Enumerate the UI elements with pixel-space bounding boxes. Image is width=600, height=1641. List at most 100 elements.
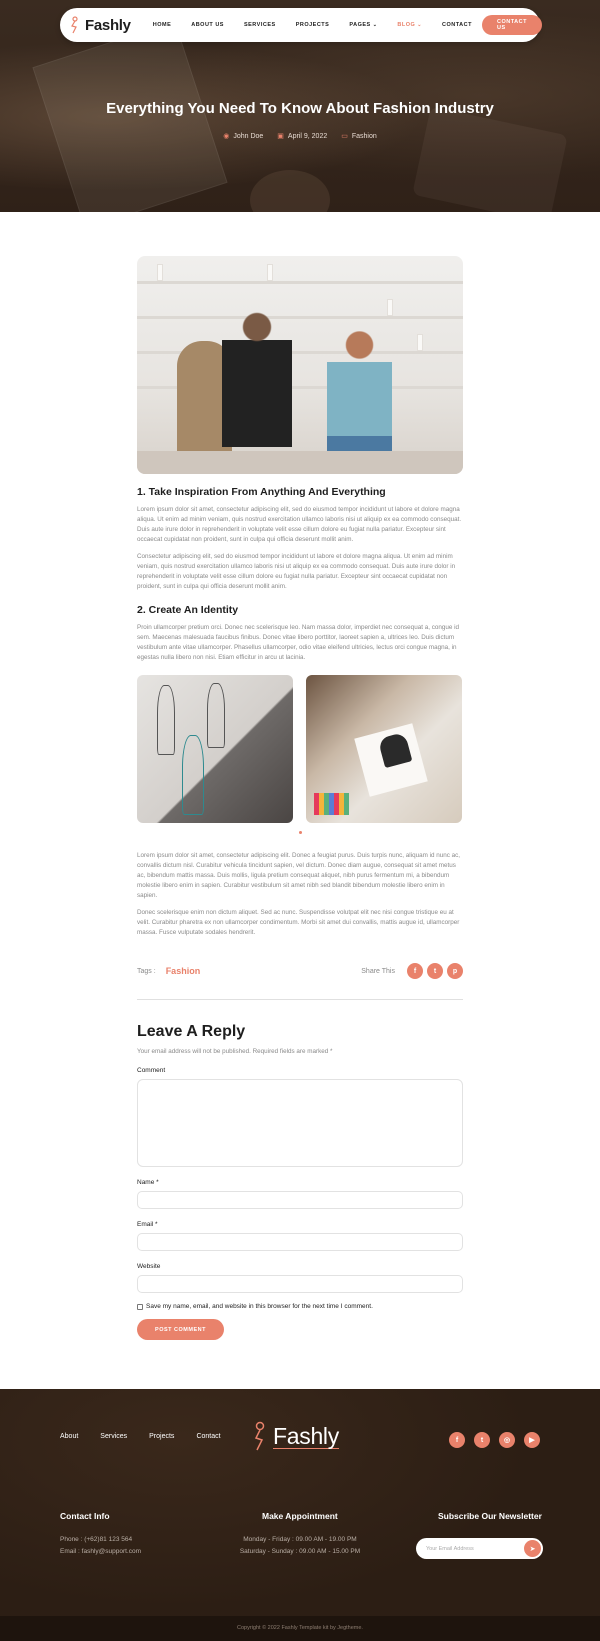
save-info-label: Save my name, email, and website in this… — [146, 1303, 373, 1310]
paragraph-5: Donec scelerisque enim non dictum alique… — [137, 909, 460, 936]
site-logo[interactable]: Fashly — [70, 16, 131, 34]
image-shelf — [137, 316, 463, 319]
name-input[interactable] — [137, 1191, 463, 1209]
logo-icon — [71, 16, 78, 34]
gallery-image-designers[interactable] — [306, 675, 462, 823]
save-info-checkbox[interactable] — [137, 1303, 143, 1310]
newsletter-email-input[interactable]: Your Email Address — [426, 1546, 474, 1552]
contact-us-button[interactable]: CONTACT US — [481, 15, 542, 35]
nav-projects-label: PROJECTS — [295, 22, 330, 28]
tags-share-row: Tags : Fashion Share This f t p — [137, 961, 463, 981]
footer-link-contact[interactable]: Contact — [196, 1433, 220, 1440]
nav-services[interactable]: SERVICES — [234, 22, 286, 28]
name-label: Name * — [137, 1179, 159, 1186]
calendar-icon: ▣ — [277, 133, 284, 140]
share-pinterest-button[interactable]: p — [447, 963, 463, 979]
facebook-icon: f — [413, 967, 417, 975]
site-footer: About Services Projects Contact Fashly f… — [0, 1389, 600, 1641]
newsletter-title: Subscribe Our Newsletter — [438, 1511, 542, 1521]
share-facebook-button[interactable]: f — [407, 963, 423, 979]
sketch-figure — [157, 685, 175, 755]
post-date[interactable]: ▣ April 9, 2022 — [277, 132, 328, 141]
post-category[interactable]: ▭ Fashion — [341, 132, 377, 141]
main-navbar: Fashly HOME ABOUT US SERVICES PROJECTS P… — [60, 8, 542, 42]
nav-services-label: SERVICES — [243, 22, 276, 28]
social-youtube-button[interactable]: ▶ — [524, 1432, 540, 1448]
nav-home[interactable]: HOME — [143, 22, 182, 28]
post-author[interactable]: ◉ John Doe — [223, 132, 264, 141]
logo-icon — [254, 1421, 265, 1451]
image-book — [267, 264, 273, 281]
nav-pages-label: PAGES — [349, 22, 371, 28]
footer-link-services[interactable]: Services — [100, 1433, 127, 1440]
article-body: 1. Take Inspiration From Anything And Ev… — [137, 256, 463, 1340]
nav-about-us-label: ABOUT US — [191, 22, 224, 28]
email-input[interactable] — [137, 1233, 463, 1251]
comment-textarea[interactable] — [137, 1079, 463, 1167]
footer-logo[interactable]: Fashly — [253, 1421, 339, 1451]
post-comment-button[interactable]: POST COMMENT — [137, 1319, 224, 1340]
hero-banner: Fashly HOME ABOUT US SERVICES PROJECTS P… — [0, 0, 600, 212]
social-instagram-button[interactable]: ◎ — [499, 1432, 515, 1448]
reply-note: Your email address will not be published… — [137, 1048, 333, 1055]
reply-title: Leave A Reply — [137, 1023, 246, 1040]
nav-blog-label: BLOG — [397, 22, 416, 28]
nav-contact-label: CONTACT — [442, 22, 472, 28]
page-title: Everything You Need To Know About Fashio… — [106, 100, 494, 117]
website-label: Website — [137, 1263, 161, 1270]
social-facebook-button[interactable]: f — [449, 1432, 465, 1448]
gallery-pagination — [137, 831, 463, 834]
twitter-icon: t — [433, 967, 437, 975]
save-info-row: Save my name, email, and website in this… — [137, 1303, 463, 1310]
paragraph-2: Consectetur adipiscing elit, sed do eius… — [137, 553, 456, 590]
youtube-icon: ▶ — [529, 1437, 535, 1444]
image-book — [387, 299, 393, 316]
post-category-text: Fashion — [351, 132, 377, 140]
post-date-text: April 9, 2022 — [287, 132, 328, 140]
nav-contact[interactable]: CONTACT — [432, 22, 482, 28]
website-input[interactable] — [137, 1275, 463, 1293]
chevron-down-icon: ⌄ — [417, 22, 422, 28]
hero-background-object — [250, 170, 330, 212]
image-table — [137, 451, 463, 474]
image-shelf — [137, 281, 463, 284]
user-icon: ◉ — [223, 133, 230, 140]
copyright-bar: Copyright © 2022 Fashly Template kit by … — [0, 1616, 600, 1641]
gallery-image-sketch[interactable] — [137, 675, 293, 823]
footer-link-projects[interactable]: Projects — [149, 1433, 174, 1440]
appointment-title: Make Appointment — [262, 1511, 338, 1521]
newsletter-submit-button[interactable]: ➤ — [524, 1540, 541, 1557]
sketch-figure — [207, 683, 225, 748]
sketch-figure — [182, 735, 204, 815]
featured-image — [137, 256, 463, 474]
twitter-icon: t — [480, 1436, 484, 1444]
tags-label: Tags : — [137, 967, 156, 975]
section-divider — [137, 999, 463, 1000]
hours-weekend: Saturday - Sunday : 09.00 AM - 15.00 PM — [239, 1548, 361, 1555]
folder-icon: ▭ — [341, 133, 348, 140]
paragraph-4: Lorem ipsum dolor sit amet, consectetur … — [137, 852, 461, 899]
email-label: Email * — [137, 1221, 158, 1228]
share-twitter-button[interactable]: t — [427, 963, 443, 979]
footer-link-about[interactable]: About — [60, 1433, 78, 1440]
facebook-icon: f — [455, 1436, 459, 1444]
nav-about-us[interactable]: ABOUT US — [181, 22, 234, 28]
comment-label: Comment — [137, 1067, 166, 1074]
nav-projects[interactable]: PROJECTS — [286, 22, 340, 28]
color-swatches — [314, 793, 349, 815]
section-heading-2: 2. Create An Identity — [137, 604, 239, 616]
hero-background-tablet — [412, 106, 568, 212]
social-twitter-button[interactable]: t — [474, 1432, 490, 1448]
nav-pages[interactable]: PAGES ⌄ — [339, 22, 387, 28]
contact-email[interactable]: Email : fashly@support.com — [60, 1546, 141, 1558]
footer-social: f t ◎ ▶ — [449, 1432, 540, 1448]
chevron-down-icon: ⌄ — [372, 22, 378, 28]
share-label: Share This — [361, 967, 395, 975]
nav-links: HOME ABOUT US SERVICES PROJECTS PAGES ⌄ B… — [143, 22, 482, 28]
gallery-dot[interactable] — [298, 831, 302, 834]
post-meta: ◉ John Doe ▣ April 9, 2022 ▭ Fashion — [0, 132, 600, 141]
tag-fashion[interactable]: Fashion — [166, 966, 201, 976]
image-book — [417, 334, 423, 351]
nav-blog[interactable]: BLOG ⌄ — [387, 22, 432, 28]
post-author-name: John Doe — [233, 132, 264, 140]
